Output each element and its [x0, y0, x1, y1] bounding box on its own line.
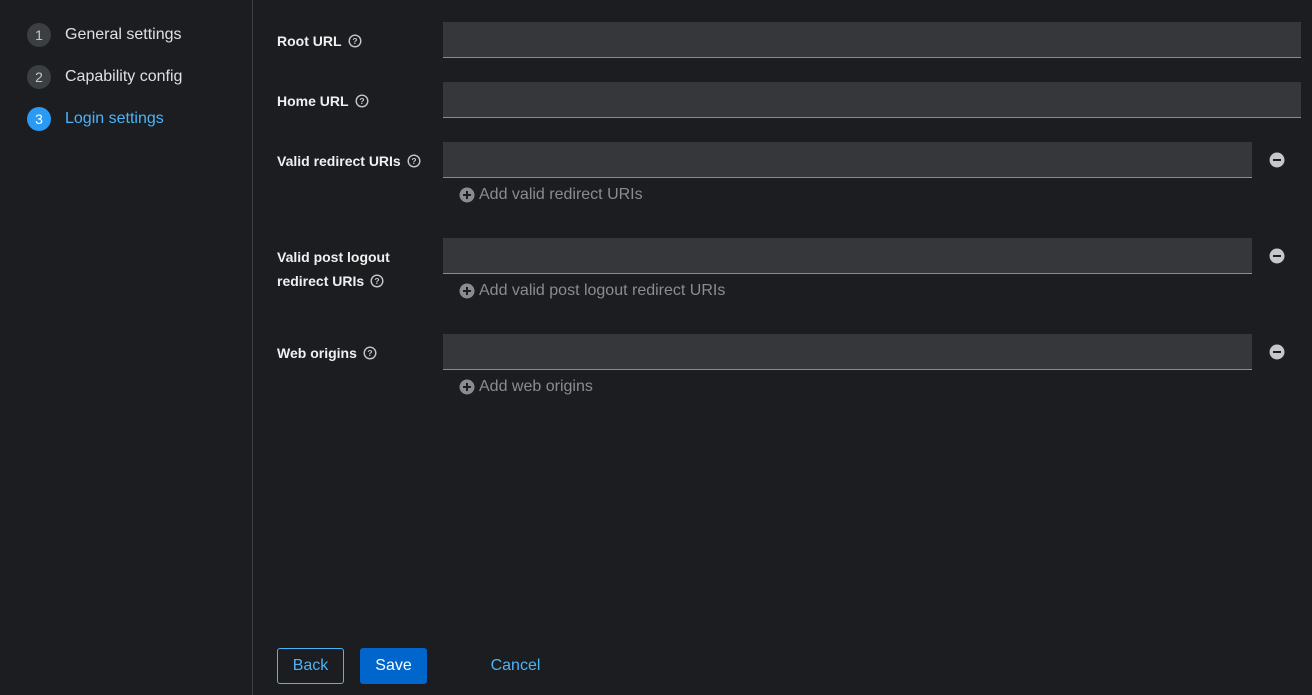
- wizard-nav: 1 General settings 2 Capability config 3…: [0, 0, 253, 695]
- home-url-label: Home URL?: [277, 89, 427, 113]
- step-number: 3: [27, 107, 51, 131]
- web-origins-input[interactable]: [443, 334, 1252, 370]
- add-valid-post-logout-redirect-uris-button[interactable]: Add valid post logout redirect URIs: [459, 282, 725, 300]
- svg-text:?: ?: [367, 348, 372, 358]
- minus-circle-icon[interactable]: [1269, 344, 1285, 360]
- wizard-step-login-settings[interactable]: 3 Login settings: [27, 107, 164, 131]
- home-url-input[interactable]: [443, 82, 1301, 118]
- web-origins-label-text: Web origins: [277, 345, 357, 361]
- valid-post-logout-label-line1: Valid post logout: [277, 249, 390, 265]
- valid-post-logout-label-line2: redirect URIs: [277, 273, 365, 289]
- help-icon[interactable]: ?: [355, 94, 369, 108]
- help-icon[interactable]: ?: [348, 34, 362, 48]
- svg-text:?: ?: [375, 276, 380, 286]
- root-url-label-text: Root URL: [277, 33, 342, 49]
- root-url-label: Root URL?: [277, 29, 427, 53]
- step-label: General settings: [65, 26, 182, 43]
- cancel-button[interactable]: Cancel: [475, 648, 556, 684]
- valid-post-logout-redirect-uris-input[interactable]: [443, 238, 1252, 274]
- valid-redirect-uris-input[interactable]: [443, 142, 1252, 178]
- valid-redirect-uris-label: Valid redirect URIs?: [277, 149, 437, 173]
- plus-circle-icon: [459, 379, 475, 395]
- valid-redirect-uris-label-text: Valid redirect URIs: [277, 153, 401, 169]
- step-label: Login settings: [65, 110, 164, 127]
- wizard-step-general-settings[interactable]: 1 General settings: [27, 23, 182, 47]
- step-number: 2: [27, 65, 51, 89]
- plus-circle-icon: [459, 187, 475, 203]
- add-web-origins-label: Add web origins: [479, 378, 593, 395]
- wizard-step-capability-config[interactable]: 2 Capability config: [27, 65, 182, 89]
- root-url-input[interactable]: [443, 22, 1301, 58]
- minus-circle-icon[interactable]: [1269, 248, 1285, 264]
- plus-circle-icon: [459, 283, 475, 299]
- login-settings-form: Root URL? Home URL? Valid redirect URIs?…: [253, 0, 1312, 695]
- svg-text:?: ?: [359, 96, 364, 106]
- add-valid-redirect-uris-label: Add valid redirect URIs: [479, 186, 643, 203]
- add-valid-redirect-uris-button[interactable]: Add valid redirect URIs: [459, 186, 643, 204]
- svg-text:?: ?: [352, 36, 357, 46]
- help-icon[interactable]: ?: [370, 274, 384, 288]
- home-url-label-text: Home URL: [277, 93, 349, 109]
- save-button[interactable]: Save: [360, 648, 427, 684]
- valid-post-logout-label: Valid post logout redirect URIs?: [277, 245, 427, 293]
- step-number: 1: [27, 23, 51, 47]
- help-icon[interactable]: ?: [407, 154, 421, 168]
- svg-text:?: ?: [411, 156, 416, 166]
- step-label: Capability config: [65, 68, 183, 85]
- add-web-origins-button[interactable]: Add web origins: [459, 378, 593, 396]
- back-button[interactable]: Back: [277, 648, 344, 684]
- help-icon[interactable]: ?: [363, 346, 377, 360]
- add-valid-post-logout-redirect-uris-label: Add valid post logout redirect URIs: [479, 282, 726, 299]
- minus-circle-icon[interactable]: [1269, 152, 1285, 168]
- web-origins-label: Web origins?: [277, 341, 427, 365]
